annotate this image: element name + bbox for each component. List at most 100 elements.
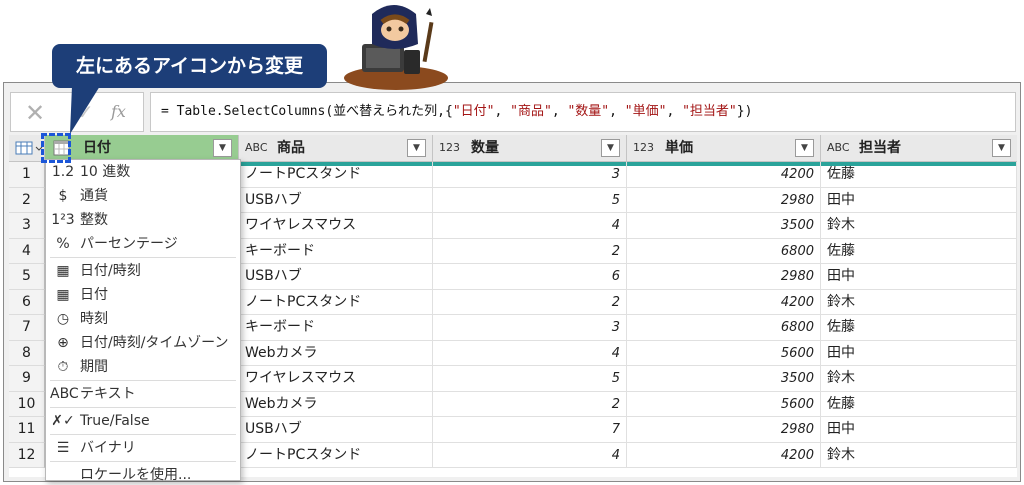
- table-cell[interactable]: キーボード: [239, 238, 433, 264]
- table-cell[interactable]: USBハブ: [239, 264, 433, 289]
- menu-item[interactable]: ⏱ 期間: [46, 355, 240, 379]
- table-cell[interactable]: 田中: [821, 417, 1017, 442]
- table-cell[interactable]: 4: [433, 213, 627, 238]
- fx-icon[interactable]: fx: [111, 102, 126, 121]
- menu-item[interactable]: ABC テキスト: [46, 382, 240, 406]
- table-cell[interactable]: 4200: [627, 442, 821, 468]
- table-cell[interactable]: Webカメラ: [239, 391, 433, 417]
- menu-item[interactable]: % パーセンテージ: [46, 232, 240, 256]
- close-icon[interactable]: ✕: [25, 99, 45, 127]
- text-type-icon[interactable]: ABC: [245, 135, 268, 161]
- menu-item[interactable]: ☰ バイナリ: [46, 436, 240, 460]
- table-cell[interactable]: ワイヤレスマウス: [239, 213, 433, 238]
- table-cell[interactable]: 2: [433, 289, 627, 315]
- chevron-down-icon[interactable]: ▼: [795, 139, 814, 157]
- duration-icon: ⏱: [57, 359, 69, 375]
- formula-input[interactable]: = Table.SelectColumns(並べ替えられた列,{"日付", "商…: [150, 92, 1016, 132]
- table-cell[interactable]: 3: [433, 162, 627, 187]
- table-cell[interactable]: 4200: [627, 162, 821, 187]
- table-cell[interactable]: 5: [433, 366, 627, 391]
- table-cell[interactable]: USBハブ: [239, 187, 433, 213]
- table-cell[interactable]: ノートPCスタンド: [239, 162, 433, 187]
- row-number[interactable]: 7: [9, 315, 45, 341]
- table-cell[interactable]: 佐藤: [821, 162, 1017, 187]
- table-cell[interactable]: 佐藤: [821, 391, 1017, 417]
- table-cell[interactable]: 6: [433, 264, 627, 289]
- table-cell[interactable]: ノートPCスタンド: [239, 442, 433, 468]
- table-cell[interactable]: 3: [433, 315, 627, 340]
- table-cell[interactable]: 3500: [627, 213, 821, 238]
- row-number[interactable]: 2: [9, 187, 45, 213]
- menu-item-label: 通貨: [80, 188, 108, 204]
- table-cell[interactable]: 7: [433, 417, 627, 442]
- table-cell[interactable]: 2980: [627, 264, 821, 289]
- row-number[interactable]: 11: [9, 417, 45, 443]
- table-cell[interactable]: 佐藤: [821, 315, 1017, 340]
- menu-item[interactable]: ⊕ 日付/時刻/タイムゾーン: [46, 331, 240, 355]
- callout-banner: 左にあるアイコンから変更: [52, 44, 327, 88]
- menu-item[interactable]: 1²3 整数: [46, 208, 240, 232]
- menu-item[interactable]: ロケールを使用...: [46, 463, 240, 485]
- chevron-down-icon[interactable]: ▼: [407, 139, 426, 157]
- table-cell[interactable]: 2980: [627, 187, 821, 213]
- menu-item[interactable]: ▦ 日付/時刻: [46, 259, 240, 283]
- menu-item[interactable]: 1.2 10 進数: [46, 160, 240, 184]
- row-number[interactable]: 3: [9, 213, 45, 239]
- column-header-unit-price[interactable]: 123 単価 ▼: [627, 135, 821, 162]
- menu-item[interactable]: ◷ 時刻: [46, 307, 240, 331]
- menu-separator: [50, 407, 236, 408]
- table-cell[interactable]: 2: [433, 238, 627, 264]
- menu-item[interactable]: $ 通貨: [46, 184, 240, 208]
- table-cell[interactable]: 5: [433, 187, 627, 213]
- table-cell[interactable]: 佐藤: [821, 238, 1017, 264]
- table-cell[interactable]: 2980: [627, 417, 821, 442]
- table-cell[interactable]: 4: [433, 442, 627, 468]
- table-cell[interactable]: 2: [433, 391, 627, 417]
- table-cell[interactable]: 鈴木: [821, 366, 1017, 391]
- integer-type-icon[interactable]: 123: [633, 135, 654, 161]
- column-header-date[interactable]: 日付 ▼: [45, 135, 239, 162]
- menu-separator: [50, 434, 236, 435]
- row-number[interactable]: 5: [9, 264, 45, 290]
- table-cell[interactable]: 田中: [821, 264, 1017, 289]
- integer-type-icon[interactable]: 123: [439, 135, 460, 161]
- table-cell[interactable]: 5600: [627, 340, 821, 366]
- table-cell[interactable]: キーボード: [239, 315, 433, 340]
- boolean-icon: ✗✓: [51, 413, 75, 429]
- row-number[interactable]: 4: [9, 238, 45, 264]
- row-number[interactable]: 6: [9, 289, 45, 315]
- column-label: 商品: [277, 140, 305, 156]
- menu-item[interactable]: ▦ 日付: [46, 283, 240, 307]
- table-cell[interactable]: 3500: [627, 366, 821, 391]
- table-cell[interactable]: ワイヤレスマウス: [239, 366, 433, 391]
- table-cell[interactable]: 6800: [627, 238, 821, 264]
- row-number[interactable]: 9: [9, 366, 45, 392]
- table-cell[interactable]: 6800: [627, 315, 821, 340]
- column-header-product[interactable]: ABC 商品 ▼: [239, 135, 433, 162]
- table-cell[interactable]: 4200: [627, 289, 821, 315]
- callout-pointer: [70, 86, 100, 134]
- table-cell[interactable]: 鈴木: [821, 289, 1017, 315]
- row-number[interactable]: 10: [9, 391, 45, 417]
- table-cell[interactable]: 5600: [627, 391, 821, 417]
- chevron-down-icon[interactable]: ▼: [601, 139, 620, 157]
- table-cell[interactable]: 4: [433, 340, 627, 366]
- table-cell[interactable]: 田中: [821, 187, 1017, 213]
- text-type-icon[interactable]: ABC: [827, 135, 850, 161]
- row-number[interactable]: 12: [9, 442, 45, 468]
- table-cell[interactable]: 鈴木: [821, 442, 1017, 468]
- table-cell[interactable]: 鈴木: [821, 213, 1017, 238]
- chevron-down-icon[interactable]: ▼: [213, 139, 232, 157]
- table-cell[interactable]: ノートPCスタンド: [239, 289, 433, 315]
- menu-item[interactable]: ✗✓ True/False: [46, 409, 240, 433]
- table-menu-button[interactable]: [9, 135, 45, 162]
- column-header-person[interactable]: ABC 担当者 ▼: [821, 135, 1017, 162]
- row-number[interactable]: 1: [9, 162, 45, 188]
- row-number[interactable]: 8: [9, 340, 45, 366]
- column-header-quantity[interactable]: 123 数量 ▼: [433, 135, 627, 162]
- table-cell[interactable]: 田中: [821, 340, 1017, 366]
- type-icon-highlight: [41, 133, 71, 163]
- table-cell[interactable]: Webカメラ: [239, 340, 433, 366]
- table-cell[interactable]: USBハブ: [239, 417, 433, 442]
- chevron-down-icon[interactable]: ▼: [992, 139, 1011, 157]
